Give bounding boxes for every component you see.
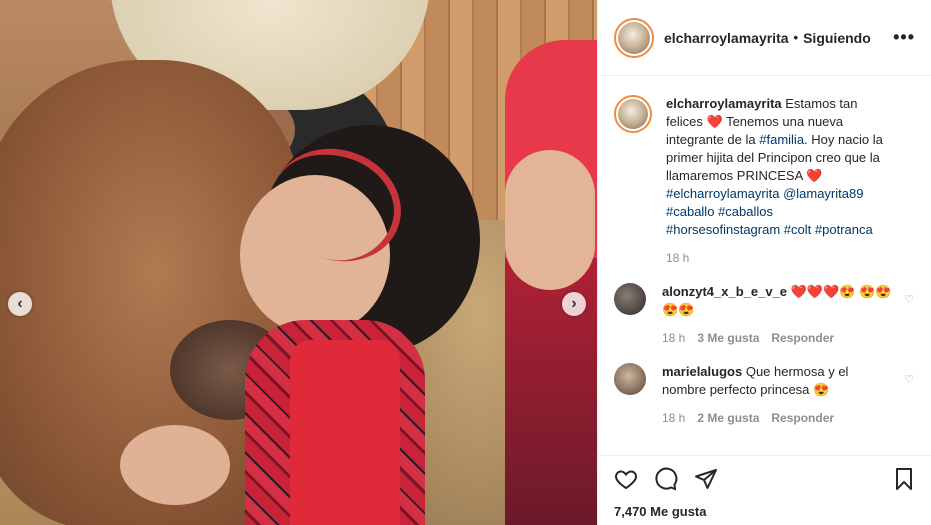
reply-button[interactable]: Responder xyxy=(771,329,834,347)
chevron-right-icon: › xyxy=(571,295,577,312)
action-icons xyxy=(614,464,916,494)
post-header: elcharroylamayrita • Siguiendo ••• xyxy=(598,0,931,76)
hashtag-colt[interactable]: #colt xyxy=(784,222,811,237)
commenter-avatar[interactable] xyxy=(614,283,646,315)
caption-username[interactable]: elcharroylamayrita xyxy=(666,96,782,111)
hashtag-potranca[interactable]: #potranca xyxy=(815,222,873,237)
comment-body: marielalugos Que hermosa y el nombre per… xyxy=(662,363,892,427)
next-photo-button[interactable]: › xyxy=(562,292,586,316)
comment-time: 18 h xyxy=(662,411,686,425)
comment-likes[interactable]: 2 Me gusta xyxy=(697,409,759,427)
heart-emoji-icon: ❤️ xyxy=(706,114,723,129)
action-bar: 7,470 Me gusta xyxy=(598,455,931,525)
hashtag-caballo[interactable]: #caballo xyxy=(666,204,714,219)
comment-icon[interactable] xyxy=(654,467,678,491)
follow-status-button[interactable]: Siguiendo xyxy=(803,30,871,46)
comments-list[interactable]: elcharroylamayrita Estamos tan felices ❤… xyxy=(598,77,931,455)
heart-emoji-icon: ❤️ xyxy=(806,168,823,183)
girl-hand xyxy=(120,425,230,505)
post-photo[interactable]: ‹ › xyxy=(0,0,597,525)
author-avatar[interactable] xyxy=(614,17,654,58)
hashtag-familia[interactable]: #familia xyxy=(759,132,804,147)
caption: elcharroylamayrita Estamos tan felices ❤… xyxy=(614,95,916,267)
author-username[interactable]: elcharroylamayrita xyxy=(664,30,789,46)
caption-avatar[interactable] xyxy=(614,95,652,133)
share-icon[interactable] xyxy=(694,467,718,491)
comment-item: marielalugos Que hermosa y el nombre per… xyxy=(614,363,916,427)
hashtag-elcharroylamayrita[interactable]: #elcharroylamayrita xyxy=(666,186,779,201)
separator-dot: • xyxy=(793,30,799,45)
more-options-icon[interactable]: ••• xyxy=(893,27,915,48)
heart-icon[interactable] xyxy=(614,467,638,491)
comment-meta: 18 h 3 Me gusta Responder xyxy=(662,329,892,347)
comment-time: 18 h xyxy=(662,331,686,345)
post-side-panel: elcharroylamayrita • Siguiendo ••• elcha… xyxy=(597,0,931,525)
comment-item: alonzyt4_x_b_e_v_e ❤️❤️❤️😍 😍😍😍😍 18 h 3 M… xyxy=(614,283,916,347)
commenter-avatar[interactable] xyxy=(614,363,646,395)
previous-photo-button[interactable]: ‹ xyxy=(8,292,32,316)
hashtag-caballos[interactable]: #caballos xyxy=(718,204,773,219)
commenter-username[interactable]: alonzyt4_x_b_e_v_e xyxy=(662,284,787,299)
commenter-username[interactable]: marielalugos xyxy=(662,364,742,379)
comment-like-heart-icon[interactable]: ♡ xyxy=(904,373,914,386)
caption-time: 18 h xyxy=(666,251,690,265)
hashtag-horsesofinstagram[interactable]: #horsesofinstagram xyxy=(666,222,780,237)
comment-meta: 18 h 2 Me gusta Responder xyxy=(662,409,892,427)
caption-body: elcharroylamayrita Estamos tan felices ❤… xyxy=(666,95,896,267)
bookmark-icon[interactable] xyxy=(892,467,916,491)
chevron-left-icon: ‹ xyxy=(17,295,23,312)
comment-like-heart-icon[interactable]: ♡ xyxy=(904,293,914,306)
comment-body: alonzyt4_x_b_e_v_e ❤️❤️❤️😍 😍😍😍😍 18 h 3 M… xyxy=(662,283,892,347)
girl-shirt xyxy=(290,340,400,525)
right-person-arm xyxy=(505,150,595,290)
comment-likes[interactable]: 3 Me gusta xyxy=(697,329,759,347)
caption-meta: 18 h xyxy=(666,249,896,267)
reply-button[interactable]: Responder xyxy=(771,409,834,427)
likes-count[interactable]: 7,470 Me gusta xyxy=(614,504,916,519)
mention-lamayrita89[interactable]: @lamayrita89 xyxy=(783,186,863,201)
